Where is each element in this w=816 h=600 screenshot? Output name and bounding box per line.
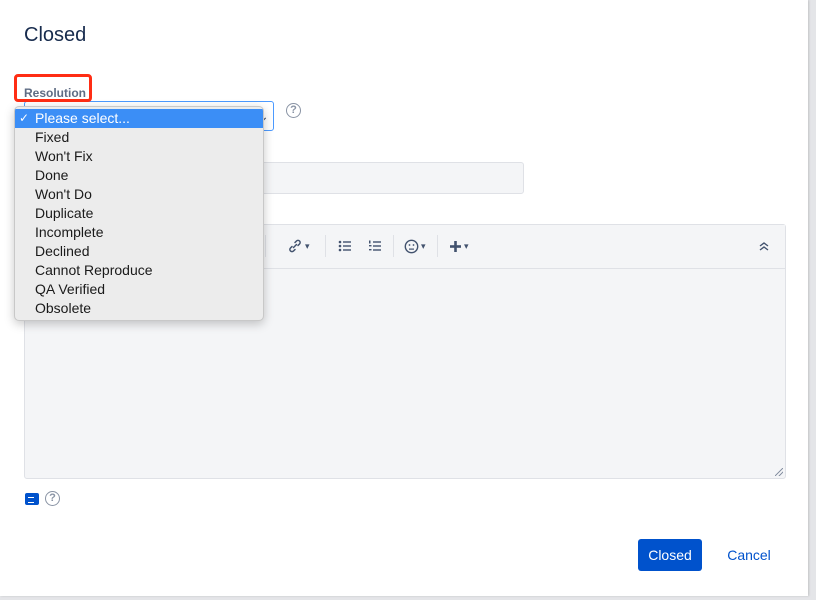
bullet-list-icon[interactable] xyxy=(338,237,352,255)
checkmark-icon: ✓ xyxy=(19,111,30,125)
emoji-icon[interactable]: ▾ xyxy=(404,237,426,255)
dropdown-option[interactable]: Incomplete xyxy=(15,223,263,242)
dropdown-option[interactable]: Duplicate xyxy=(15,204,263,223)
dropdown-option-label: Done xyxy=(35,167,69,183)
dropdown-option[interactable]: Cannot Reproduce xyxy=(15,261,263,280)
dropdown-option-label: Won't Fix xyxy=(35,148,93,164)
dropdown-option[interactable]: Done xyxy=(15,166,263,185)
dropdown-option-label: Obsolete xyxy=(35,300,92,316)
dropdown-option-label: Duplicate xyxy=(35,205,94,221)
dropdown-option[interactable]: Obsolete xyxy=(15,299,263,318)
highlight-annotation xyxy=(14,74,92,102)
dropdown-option-label: Cannot Reproduce xyxy=(35,262,153,278)
toolbar-divider xyxy=(265,235,266,257)
toolbar-divider xyxy=(393,235,394,257)
resize-handle[interactable] xyxy=(775,468,783,476)
dropdown-option[interactable]: QA Verified xyxy=(15,280,263,299)
dropdown-option[interactable]: Won't Fix xyxy=(15,147,263,166)
link-icon[interactable]: ▾ xyxy=(287,237,310,255)
dropdown-option[interactable]: Declined xyxy=(15,242,263,261)
dropdown-option-label: Fixed xyxy=(35,129,70,145)
help-icon[interactable]: ? xyxy=(286,103,301,118)
dropdown-option[interactable]: Won't Do xyxy=(15,185,263,204)
dropdown-option-label: Declined xyxy=(35,243,90,259)
collapse-toolbar-icon[interactable] xyxy=(758,237,770,255)
closed-button[interactable]: Closed xyxy=(638,539,702,571)
help-icon[interactable]: ? xyxy=(45,491,60,506)
dropdown-option-label: Won't Do xyxy=(35,186,92,202)
resolution-dropdown-menu: ✓ Please select... Fixed Won't Fix Done Won't… xyxy=(14,106,264,321)
toolbar-divider xyxy=(325,235,326,257)
insert-plus-icon[interactable]: ▾ xyxy=(449,237,469,255)
text-mode-icon[interactable] xyxy=(25,493,39,505)
dropdown-option[interactable]: ✓ Please select... xyxy=(15,109,263,128)
dialog-title: Closed xyxy=(24,24,87,46)
dropdown-option-label: QA Verified xyxy=(35,281,106,297)
cancel-link[interactable]: Cancel xyxy=(714,539,784,571)
toolbar-divider xyxy=(437,235,438,257)
numbered-list-icon[interactable] xyxy=(368,237,382,255)
dropdown-option-label: Incomplete xyxy=(35,224,104,240)
dropdown-option-label: Please select... xyxy=(35,110,130,126)
dropdown-option[interactable]: Fixed xyxy=(15,128,263,147)
